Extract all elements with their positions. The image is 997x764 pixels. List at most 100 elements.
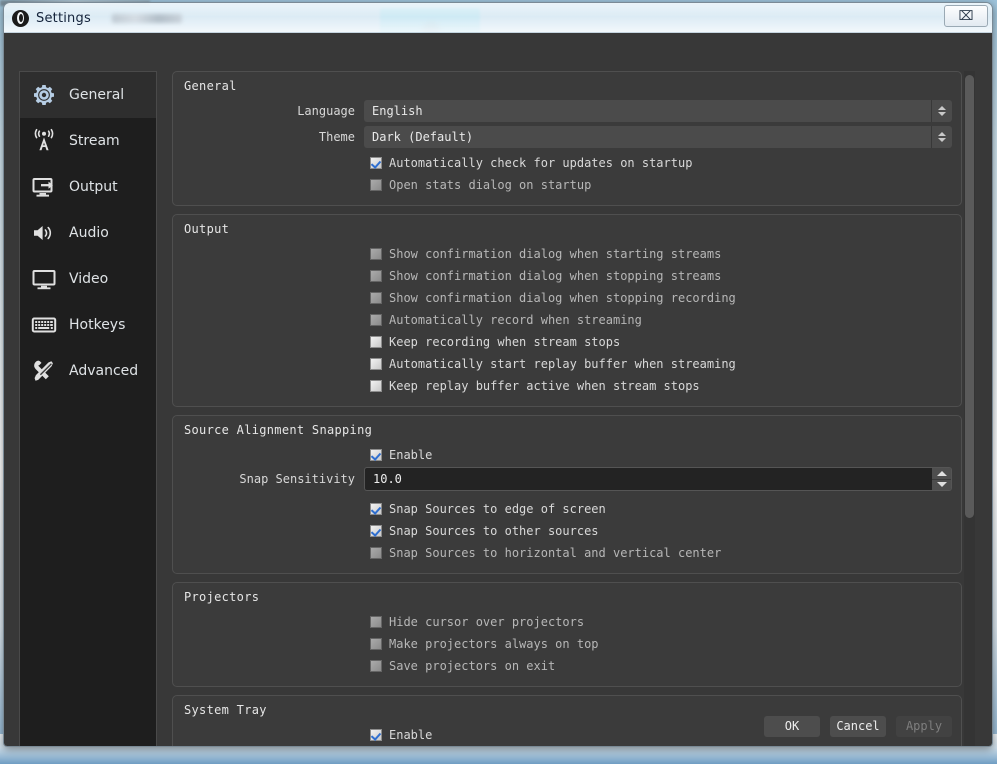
settings-sidebar: General Stream Output Audio Video Hotkey… xyxy=(19,71,157,746)
sidebar-item-label: Advanced xyxy=(69,363,139,379)
auto-start-replay-buffer-checkbox[interactable] xyxy=(370,358,382,370)
checkbox-row: Save projectors on exit xyxy=(182,655,952,677)
cancel-button[interactable]: Cancel xyxy=(830,715,886,737)
keep-recording-checkbox[interactable] xyxy=(370,336,382,348)
checkbox-label[interactable]: Automatically check for updates on start… xyxy=(389,156,692,170)
snap-sensitivity-spinner[interactable]: 10.0 xyxy=(364,467,952,491)
spinner-up-button[interactable] xyxy=(932,468,951,479)
group-output: Output Show confirmation dialog when sta… xyxy=(172,214,962,407)
keep-replay-buffer-checkbox[interactable] xyxy=(370,380,382,392)
chevron-updown-icon[interactable] xyxy=(931,126,952,148)
snap-sensitivity-input[interactable]: 10.0 xyxy=(364,467,932,491)
keyboard-icon xyxy=(29,310,59,340)
checkbox-label[interactable]: Open stats dialog on startup xyxy=(389,178,591,192)
language-value[interactable]: English xyxy=(364,100,931,122)
settings-content-panel: General Language English Theme Dark (Def… xyxy=(172,71,962,746)
spinner-buttons xyxy=(932,467,952,491)
sidebar-item-advanced[interactable]: Advanced xyxy=(20,348,156,394)
auto-record-when-streaming-checkbox[interactable] xyxy=(370,314,382,326)
checkbox-row: Snap Sources to horizontal and vertical … xyxy=(182,542,952,564)
checkbox-label[interactable]: Show confirmation dialog when stopping r… xyxy=(389,291,736,305)
scrollbar-thumb[interactable] xyxy=(965,75,974,518)
checkbox-label[interactable]: Automatically start replay buffer when s… xyxy=(389,357,736,371)
settings-content-inner: General Language English Theme Dark (Def… xyxy=(172,71,962,746)
language-select[interactable]: English xyxy=(364,100,952,122)
checkbox-row: Automatically record when streaming xyxy=(182,309,952,331)
sidebar-item-label: General xyxy=(69,87,125,103)
title-bar-blurred-text xyxy=(111,13,182,23)
theme-select[interactable]: Dark (Default) xyxy=(364,126,952,148)
vertical-scrollbar[interactable] xyxy=(964,71,975,746)
sidebar-item-general[interactable]: General xyxy=(20,72,156,118)
title-bar[interactable]: Settings ⌧ xyxy=(4,3,992,33)
spinner-down-button[interactable] xyxy=(932,478,951,490)
sidebar-item-label: Audio xyxy=(69,225,109,241)
window-title: Settings xyxy=(36,10,91,26)
monitor-icon xyxy=(29,264,59,294)
checkbox-row: Make projectors always on top xyxy=(182,633,952,655)
projectors-always-on-top-checkbox[interactable] xyxy=(370,638,382,650)
snap-sensitivity-row: Snap Sensitivity 10.0 xyxy=(182,466,952,492)
checkbox-label[interactable]: Make projectors always on top xyxy=(389,637,599,651)
language-row: Language English xyxy=(182,100,952,122)
theme-label: Theme xyxy=(318,130,355,144)
confirm-start-stream-checkbox[interactable] xyxy=(370,248,382,260)
confirm-stop-stream-checkbox[interactable] xyxy=(370,270,382,282)
checkbox-row: Keep replay buffer active when stream st… xyxy=(182,375,952,397)
checkbox-row: Snap Sources to edge of screen xyxy=(182,498,952,520)
ok-button[interactable]: OK xyxy=(764,715,820,737)
title-bar-left: Settings xyxy=(12,3,182,33)
checkbox-row: Show confirmation dialog when stopping r… xyxy=(182,287,952,309)
close-icon: ⌧ xyxy=(958,8,974,24)
settings-window: Settings ⌧ General Stream Output Audio V… xyxy=(3,2,993,747)
save-projectors-on-exit-checkbox[interactable] xyxy=(370,660,382,672)
checkbox-label[interactable]: Show confirmation dialog when stopping s… xyxy=(389,269,721,283)
checkbox-row: Show confirmation dialog when stopping s… xyxy=(182,265,952,287)
sidebar-item-output[interactable]: Output xyxy=(20,164,156,210)
chevron-updown-icon[interactable] xyxy=(931,100,952,122)
checkbox-label[interactable]: Snap Sources to other sources xyxy=(389,524,599,538)
checkbox-label[interactable]: Keep replay buffer active when stream st… xyxy=(389,379,700,393)
checkbox-row: Enable xyxy=(182,444,952,466)
checkbox-label[interactable]: Snap Sources to horizontal and vertical … xyxy=(389,546,721,560)
snap-edge-of-screen-checkbox[interactable] xyxy=(370,503,382,515)
confirm-stop-recording-checkbox[interactable] xyxy=(370,292,382,304)
apply-button: Apply xyxy=(896,715,952,737)
sidebar-item-audio[interactable]: Audio xyxy=(20,210,156,256)
checkbox-label[interactable]: Snap Sources to edge of screen xyxy=(389,502,606,516)
checkbox-label[interactable]: Save projectors on exit xyxy=(389,659,555,673)
checkbox-row: Automatically start replay buffer when s… xyxy=(182,353,952,375)
checkbox-label[interactable]: Hide cursor over projectors xyxy=(389,615,584,629)
hide-cursor-over-projectors-checkbox[interactable] xyxy=(370,616,382,628)
group-source-alignment-snapping: Source Alignment Snapping Enable Snap Se… xyxy=(172,415,962,574)
close-button[interactable]: ⌧ xyxy=(944,5,988,27)
sidebar-item-label: Hotkeys xyxy=(69,317,126,333)
dialog-button-bar: OK Cancel Apply xyxy=(4,705,992,746)
sidebar-item-hotkeys[interactable]: Hotkeys xyxy=(20,302,156,348)
group-title: General xyxy=(184,79,237,93)
theme-row: Theme Dark (Default) xyxy=(182,126,952,148)
checkbox-row: Open stats dialog on startup xyxy=(182,174,952,196)
snapping-enable-checkbox[interactable] xyxy=(370,449,382,461)
group-title: Source Alignment Snapping xyxy=(184,423,373,437)
obs-logo-icon xyxy=(12,9,29,27)
group-general: General Language English Theme Dark (Def… xyxy=(172,71,962,206)
speaker-icon xyxy=(29,218,59,248)
checkbox-row: Snap Sources to other sources xyxy=(182,520,952,542)
open-stats-dialog-checkbox[interactable] xyxy=(370,179,382,191)
checkbox-label[interactable]: Enable xyxy=(389,448,432,462)
checkbox-label[interactable]: Automatically record when streaming xyxy=(389,313,642,327)
snap-other-sources-checkbox[interactable] xyxy=(370,525,382,537)
sidebar-item-video[interactable]: Video xyxy=(20,256,156,302)
sidebar-item-stream[interactable]: Stream xyxy=(20,118,156,164)
auto-check-updates-checkbox[interactable] xyxy=(370,157,382,169)
language-label: Language xyxy=(297,104,355,118)
checkbox-label[interactable]: Keep recording when stream stops xyxy=(389,335,620,349)
sidebar-item-label: Video xyxy=(69,271,109,287)
checkbox-label[interactable]: Show confirmation dialog when starting s… xyxy=(389,247,721,261)
snap-center-checkbox[interactable] xyxy=(370,547,382,559)
group-projectors: Projectors Hide cursor over projectors M… xyxy=(172,582,962,687)
group-title: Projectors xyxy=(184,590,260,604)
theme-value[interactable]: Dark (Default) xyxy=(364,126,931,148)
checkbox-row: Automatically check for updates on start… xyxy=(182,152,952,174)
